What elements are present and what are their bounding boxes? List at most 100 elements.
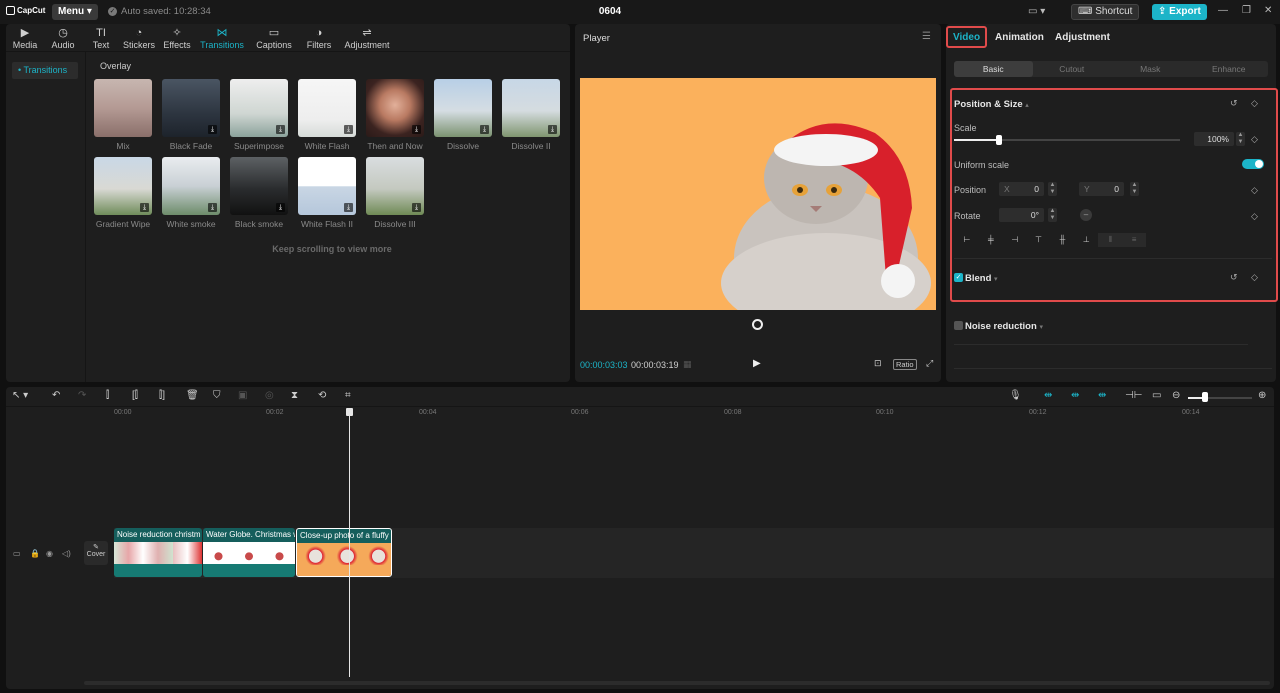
transition-thumb-then-and-now[interactable]: ⤓ (366, 79, 424, 137)
rotate-clip-icon[interactable]: ⟲ (318, 390, 326, 401)
subtab-basic[interactable]: Basic (954, 61, 1033, 77)
transition-thumb-white-flash-ii[interactable]: ⤓ (298, 157, 356, 215)
undo-icon[interactable]: ↶ (52, 390, 60, 401)
scale-slider-handle[interactable] (996, 135, 1003, 145)
minimize-icon[interactable]: — (1218, 5, 1228, 16)
tab-effects[interactable]: ✧ Effects (158, 24, 196, 51)
tab-stickers[interactable]: ◔ Stickers (120, 24, 158, 51)
caption-icon[interactable]: ▭ (1152, 390, 1161, 401)
select-tool-icon[interactable]: ↖ ▾ (12, 390, 28, 401)
timeline-grid-icon[interactable]: ▦ (683, 359, 692, 370)
align-right-icon[interactable]: ⊣ (1003, 233, 1027, 247)
track-video-icon[interactable]: ▭ (13, 549, 21, 558)
tab-transitions[interactable]: ⋈ Transitions (196, 24, 248, 51)
auto-snap-icon[interactable]: ⇹ (1071, 390, 1079, 401)
align-top-icon[interactable]: ⊤ (1027, 233, 1051, 247)
tab-captions[interactable]: ▭ Captions (248, 24, 300, 51)
align-center-icon[interactable]: ╪ (979, 233, 1003, 247)
restore-icon[interactable]: ❐ (1242, 5, 1251, 16)
zoom-out-icon[interactable]: ⊖ (1172, 390, 1180, 401)
redo-icon[interactable]: ↷ (78, 390, 86, 401)
download-icon[interactable]: ⤓ (276, 125, 285, 134)
transition-thumb-mix[interactable] (94, 79, 152, 137)
keyframe-icon[interactable]: ◇ (1251, 134, 1258, 145)
uniform-scale-toggle[interactable] (1242, 159, 1264, 169)
subtab-enhance[interactable]: Enhance (1190, 61, 1269, 77)
transition-thumb-black-fade[interactable]: ⤓ (162, 79, 220, 137)
close-icon[interactable]: ✕ (1264, 5, 1272, 16)
subtab-mask[interactable]: Mask (1111, 61, 1190, 77)
position-x-input[interactable]: X0 (999, 182, 1044, 196)
tab-text[interactable]: TI Text (82, 24, 120, 51)
zoom-slider-handle[interactable] (1202, 392, 1208, 402)
align-left-icon[interactable]: ⊢ (955, 233, 979, 247)
zoom-in-icon[interactable]: ⊕ (1258, 390, 1266, 401)
download-icon[interactable]: ⤓ (208, 125, 217, 134)
download-icon[interactable]: ⤓ (140, 203, 149, 212)
rotate-input[interactable]: 0° (999, 208, 1044, 222)
hamburger-menu-icon[interactable]: ☰ (922, 31, 931, 42)
focus-icon[interactable]: ⊡ (874, 358, 882, 369)
linkage-icon[interactable]: ⇹ (1098, 390, 1106, 401)
keyframe-icon[interactable]: ◇ (1251, 272, 1258, 283)
shortcut-button[interactable]: ⌨ Shortcut (1071, 4, 1140, 20)
timeline-scrollbar[interactable] (84, 681, 1270, 685)
export-button[interactable]: ⇪ Export (1152, 4, 1207, 20)
blend-title[interactable]: Blend ▾ (965, 273, 998, 284)
scale-stepper[interactable]: ▲ ▼ (1236, 132, 1245, 146)
transition-thumb-white-smoke[interactable]: ⤓ (162, 157, 220, 215)
download-icon[interactable]: ⤓ (276, 203, 285, 212)
tab-adjustment[interactable]: Adjustment (1055, 32, 1110, 43)
align-middle-icon[interactable]: ╫ (1051, 233, 1075, 247)
scale-input[interactable]: 100% (1194, 132, 1234, 146)
playhead[interactable] (349, 409, 350, 677)
blend-checkbox[interactable]: ✓ (954, 273, 963, 282)
playhead-handle[interactable] (346, 408, 353, 416)
download-icon[interactable]: ⤓ (344, 125, 353, 134)
transition-thumb-dissolve-iii[interactable]: ⤓ (366, 157, 424, 215)
subtab-cutout[interactable]: Cutout (1033, 61, 1112, 77)
noise-reduction-checkbox[interactable] (954, 321, 963, 330)
split-left-icon[interactable]: [⫿ (132, 390, 138, 401)
download-icon[interactable]: ⤓ (548, 125, 557, 134)
rotate-dial-icon[interactable]: – (1080, 209, 1092, 221)
position-size-title[interactable]: Position & Size ▴ (954, 99, 1029, 110)
preview-axis-icon[interactable]: ⊣⊢ (1125, 390, 1142, 401)
tab-animation[interactable]: Animation (995, 32, 1044, 43)
download-icon[interactable]: ⤓ (480, 125, 489, 134)
position-y-stepper[interactable]: ▲ ▼ (1130, 182, 1139, 196)
split-icon[interactable]: ⫿ (106, 390, 109, 401)
layout-icon[interactable]: ▭ ▾ (1028, 6, 1045, 17)
keyframe-icon[interactable]: ◇ (1251, 98, 1258, 109)
sidebar-item-transitions[interactable]: • Transitions (12, 62, 78, 79)
fullscreen-icon[interactable]: ⤢ (926, 358, 933, 369)
transition-thumb-dissolve-ii[interactable]: ⤓ (502, 79, 560, 137)
ratio-button[interactable]: Ratio (893, 359, 917, 370)
keyframe-icon[interactable]: ◇ (1251, 211, 1258, 222)
position-y-input[interactable]: Y0 (1079, 182, 1124, 196)
rotate-stepper[interactable]: ▲ ▼ (1048, 208, 1057, 222)
split-right-icon[interactable]: ⫿] (159, 390, 165, 401)
eye-icon[interactable]: ◉ (46, 549, 53, 558)
crop-icon[interactable]: ⌗ (345, 390, 351, 401)
tab-media[interactable]: ▶ Media (6, 24, 44, 51)
download-icon[interactable]: ⤓ (208, 203, 217, 212)
play-icon[interactable]: ▶ (753, 358, 761, 369)
freeze-icon[interactable]: ▣ (238, 390, 247, 401)
reset-icon[interactable]: ↺ (1230, 98, 1238, 109)
download-icon[interactable]: ⤓ (412, 203, 421, 212)
transition-thumb-superimpose[interactable]: ⤓ (230, 79, 288, 137)
mirror-icon[interactable]: ⧗ (291, 390, 298, 401)
align-bottom-icon[interactable]: ⊥ (1074, 233, 1098, 247)
transition-thumb-white-flash[interactable]: ⤓ (298, 79, 356, 137)
cover-button[interactable]: ✎ Cover (84, 541, 108, 565)
download-icon[interactable]: ⤓ (344, 203, 353, 212)
transition-thumb-dissolve[interactable]: ⤓ (434, 79, 492, 137)
tab-filters[interactable]: ◑ Filters (300, 24, 338, 51)
video-preview[interactable] (580, 78, 936, 310)
keyframe-icon[interactable]: ◇ (1251, 185, 1258, 196)
menu-button[interactable]: Menu ▾ (52, 4, 98, 20)
tab-audio[interactable]: ◷ Audio (44, 24, 82, 51)
transition-thumb-gradient-wipe[interactable]: ⤓ (94, 157, 152, 215)
microphone-icon[interactable]: 🎙 (1009, 390, 1022, 401)
